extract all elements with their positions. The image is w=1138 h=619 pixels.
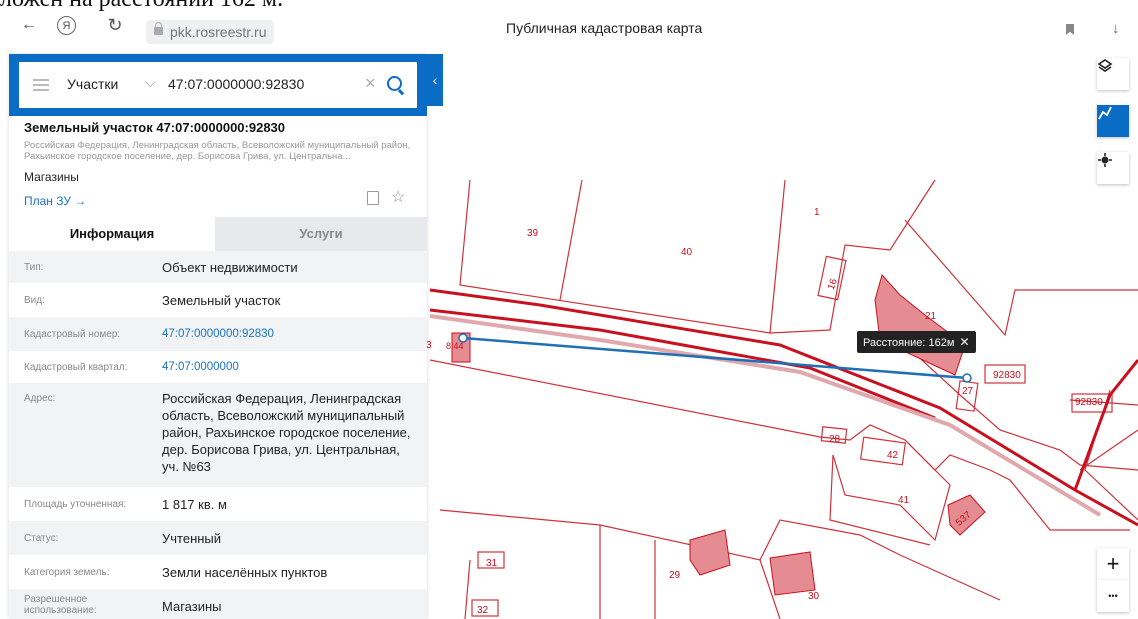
distance-tooltip: Расстояние: 162м ✕ xyxy=(857,331,976,353)
measure-icon xyxy=(1098,106,1112,120)
info-key: Тип: xyxy=(24,262,44,273)
parcel-title: Земельный участок 47:07:0000000:92830 xyxy=(24,120,286,135)
info-key: Адрес: xyxy=(24,393,56,404)
more-button[interactable]: ••• xyxy=(1097,580,1129,612)
zoom-in-button[interactable]: + xyxy=(1097,548,1129,580)
layers-icon xyxy=(1097,59,1113,72)
parcel-label: 29 xyxy=(669,570,681,581)
address-bar[interactable]: pkk.rosreestr.ru xyxy=(146,20,275,44)
tab-services[interactable]: Услуги xyxy=(215,217,427,251)
parcel-label: 32 xyxy=(477,605,489,616)
info-row: Разрешенное использование: Магазины xyxy=(9,589,427,619)
parcel-label: 41 xyxy=(898,495,910,506)
info-table: Тип: Объект недвижимости Вид: Земельный … xyxy=(9,251,427,619)
parcel-label: 28 xyxy=(829,434,841,445)
info-value: Магазины xyxy=(162,599,222,614)
parcel-label: 39 xyxy=(527,228,539,239)
info-key: Вид: xyxy=(24,295,45,306)
parcel-label: 27 xyxy=(962,386,974,397)
info-key: Категория земель: xyxy=(24,567,110,578)
parcel-use: Магазины xyxy=(24,170,79,184)
star-icon[interactable]: ☆ xyxy=(391,187,405,207)
locate-button[interactable] xyxy=(1097,152,1129,184)
reload-icon[interactable]: ↻ xyxy=(104,14,126,36)
info-row: Категория земель: Земли населённых пункт… xyxy=(9,555,427,589)
yandex-icon[interactable]: Я xyxy=(57,16,76,35)
back-icon[interactable]: ← xyxy=(18,14,40,36)
search-type-select[interactable]: Участки xyxy=(67,76,118,92)
layers-button[interactable] xyxy=(1097,58,1129,90)
search-input[interactable]: 47:07:0000000:92830 xyxy=(168,76,304,92)
plan-link[interactable]: План ЗУ → xyxy=(24,194,86,208)
tab-bar: Информация Услуги xyxy=(9,217,427,251)
parcel-label: 31 xyxy=(486,558,498,569)
measure-button[interactable] xyxy=(1097,105,1129,137)
info-row: Вид: Земельный участок xyxy=(9,283,427,317)
info-key: Кадастровый номер: xyxy=(24,329,121,340)
parcel-label: 16 xyxy=(826,277,840,292)
lock-icon xyxy=(154,22,163,35)
parcel-label: 8:44 xyxy=(446,341,464,351)
chevron-down-icon[interactable]: ⌵ xyxy=(145,74,156,91)
info-value: Земли населённых пунктов xyxy=(162,565,328,580)
parcel-label: 92830 xyxy=(993,370,1021,381)
info-row: Кадастровый квартал: 47:07:0000000 xyxy=(9,351,427,383)
info-row: Площадь уточненная: 1 817 кв. м xyxy=(9,487,427,521)
info-value: Учтенный xyxy=(162,531,222,546)
document-search-icon[interactable] xyxy=(367,191,379,205)
search-icon[interactable] xyxy=(387,76,402,91)
info-row: Тип: Объект недвижимости xyxy=(9,251,427,283)
parcel-label: 92830 xyxy=(1075,397,1103,408)
info-panel: Участки ⌵ 47:07:0000000:92830 × Земельны… xyxy=(9,54,427,619)
info-row: Кадастровый номер: 47:07:0000000:92830 xyxy=(9,317,427,351)
collapse-panel-button[interactable]: ‹ xyxy=(427,54,443,106)
tab-info[interactable]: Информация xyxy=(9,217,215,251)
cadastral-number-link[interactable]: 47:07:0000000:92830 xyxy=(162,326,417,343)
bookmark-icon[interactable] xyxy=(1066,24,1074,35)
info-row: Статус: Учтенный xyxy=(9,521,427,555)
crosshair-icon xyxy=(1098,153,1112,167)
info-row: Адрес: Российская Федерация, Ленинградск… xyxy=(9,383,427,487)
distance-text: Расстояние: 162м xyxy=(863,337,955,349)
info-value: Земельный участок xyxy=(162,293,281,308)
info-key: Площадь уточненная: xyxy=(24,499,127,510)
info-key: Разрешенное использование: xyxy=(24,594,97,616)
close-icon[interactable]: ✕ xyxy=(959,335,969,349)
parcel-address: Российская Федерация, Ленинградская обла… xyxy=(24,140,411,162)
url-text: pkk.rosreestr.ru xyxy=(170,24,267,40)
parcel-label: 1 xyxy=(814,207,820,218)
info-key: Статус: xyxy=(24,533,59,544)
parcel-label: 42 xyxy=(887,450,899,461)
parcel-label: 40 xyxy=(681,247,693,258)
search-bar: Участки ⌵ 47:07:0000000:92830 × xyxy=(9,54,427,116)
parcel-label: 21 xyxy=(925,311,937,322)
download-icon[interactable]: ↓ xyxy=(1112,20,1120,37)
overlay-caption: ложен на расстоянии 162 м. xyxy=(0,0,500,16)
info-value: 1 817 кв. м xyxy=(162,497,227,512)
parcel-label: 30 xyxy=(808,591,820,602)
info-value: Российская Федерация, Ленинградская обла… xyxy=(162,391,411,474)
menu-icon[interactable] xyxy=(33,79,49,81)
info-key: Кадастровый квартал: xyxy=(24,362,128,373)
clear-icon[interactable]: × xyxy=(365,73,376,94)
page-title: Публичная кадастровая карта xyxy=(506,20,703,36)
measure-end-point[interactable] xyxy=(962,373,972,383)
search-box[interactable]: Участки ⌵ 47:07:0000000:92830 × xyxy=(19,62,417,108)
cadastral-quarter-link[interactable]: 47:07:0000000 xyxy=(162,359,417,376)
info-value: Объект недвижимости xyxy=(162,260,298,275)
